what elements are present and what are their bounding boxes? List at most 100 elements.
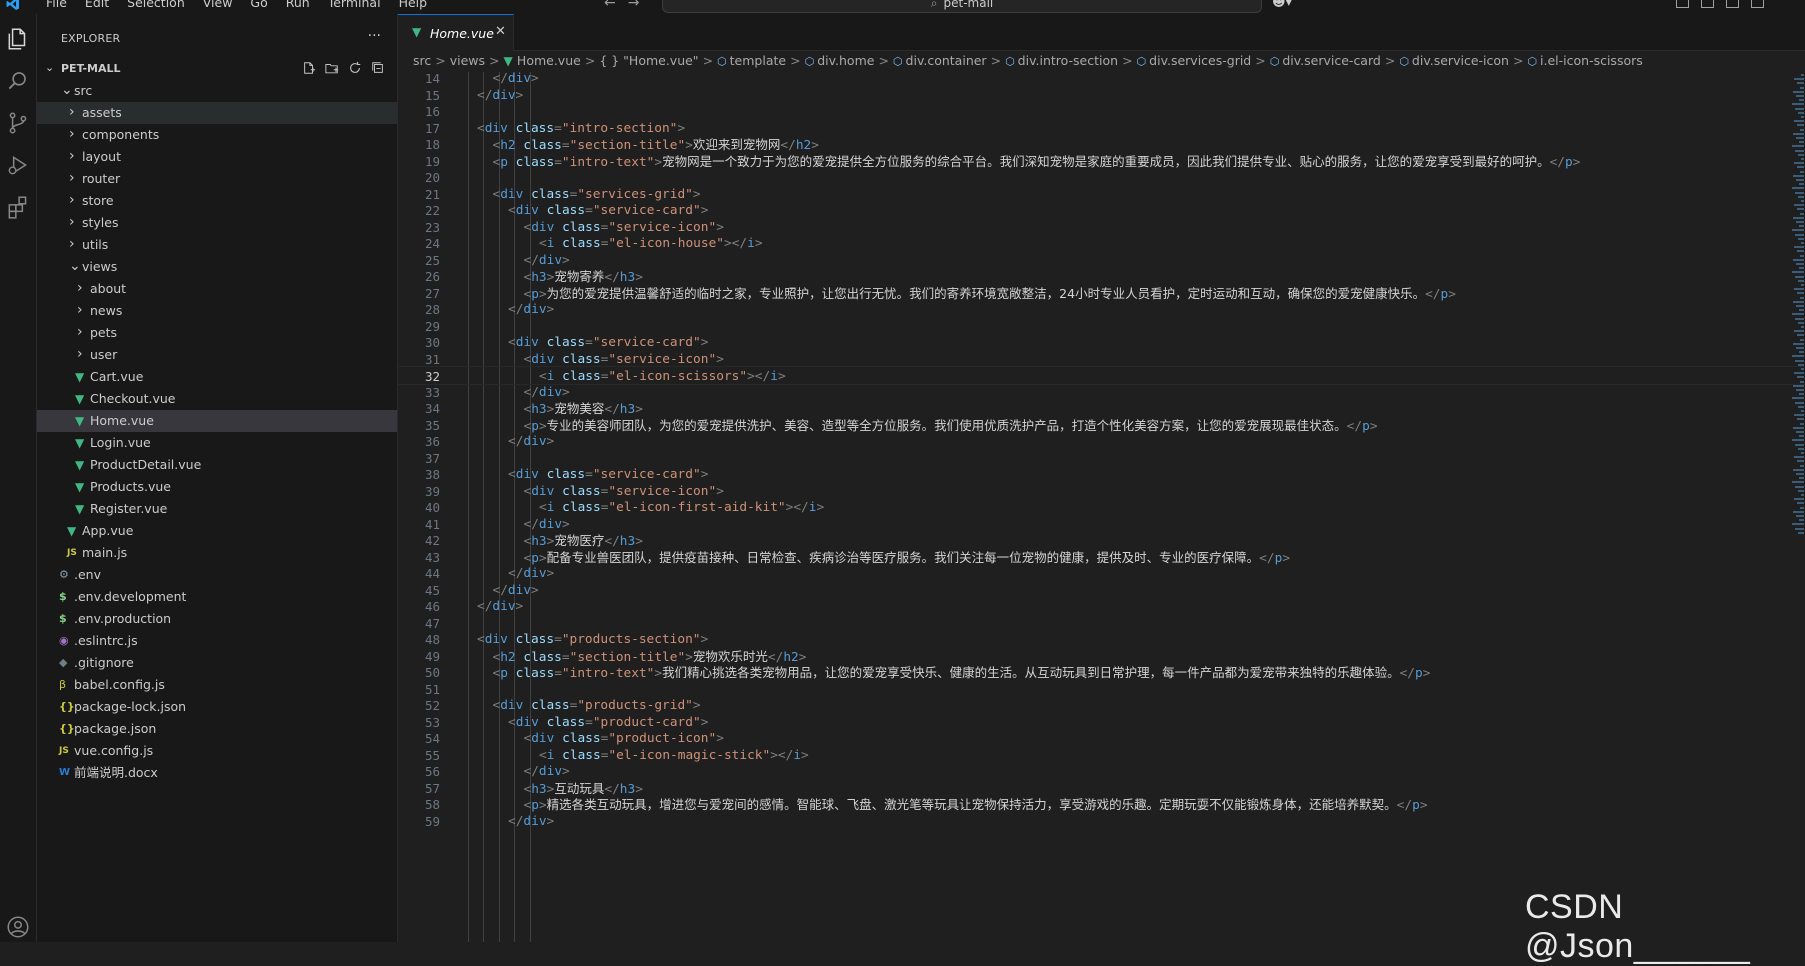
code-token: class [546, 467, 586, 482]
tree-item-store[interactable]: › store [37, 190, 397, 212]
tree-item-productdetail-vue[interactable]: ▼ ProductDetail.vue [37, 454, 397, 476]
code-token: div [531, 483, 555, 499]
tree-item-assets[interactable]: › assets [37, 102, 397, 124]
code-token: div [531, 219, 555, 235]
layout-toggle-icon[interactable] [1676, 0, 1689, 8]
tree-item-checkout-vue[interactable]: ▼ Checkout.vue [37, 388, 397, 410]
tree-item-vue-config-js[interactable]: JS vue.config.js [37, 740, 397, 762]
minimap-line [1798, 489, 1804, 492]
breadcrumb-item[interactable]: ▼ Home.vue [504, 53, 581, 68]
account-icon[interactable] [5, 914, 31, 940]
tree-item-news[interactable]: › news [37, 300, 397, 322]
tree-item-user[interactable]: › user [37, 344, 397, 366]
more-actions-icon[interactable]: ··· [368, 28, 381, 44]
forward-arrow-icon[interactable]: → [628, 0, 640, 11]
minimap-line [1795, 191, 1804, 194]
menu-selection[interactable]: Selection [118, 0, 194, 10]
tree-item-utils[interactable]: › utils [37, 234, 397, 256]
breadcrumb-item[interactable]: views [450, 53, 485, 68]
tree-item-register-vue[interactable]: ▼ Register.vue [37, 498, 397, 520]
minimap-line [1793, 426, 1804, 429]
tree-item-main-js[interactable]: JS main.js [37, 542, 397, 564]
secondary-sidebar-toggle-icon[interactable] [1751, 0, 1764, 8]
breadcrumb-item[interactable]: ⬡ div.services-grid [1137, 53, 1252, 68]
collapse-all-icon[interactable] [371, 61, 385, 75]
menu-help[interactable]: Help [390, 0, 437, 10]
back-arrow-icon[interactable]: ← [604, 0, 616, 11]
breadcrumb-label: div.service-card [1282, 53, 1381, 68]
breadcrumb-item[interactable]: ⬡ div.home [805, 53, 875, 68]
tree-item-babel-config-js[interactable]: β babel.config.js [37, 674, 397, 696]
tree-item-package-json[interactable]: {} package.json [37, 718, 397, 740]
tree-item--env-development[interactable]: $ .env.development [37, 586, 397, 608]
panel-toggle-icon[interactable] [1726, 0, 1739, 8]
tree-item-app-vue[interactable]: ▼ App.vue [37, 520, 397, 542]
breadcrumb-item[interactable]: ⬡ div.container [893, 53, 987, 68]
tree-item--env-production[interactable]: $ .env.production [37, 608, 397, 630]
project-header[interactable]: ⌄ PET-MALL [37, 58, 397, 80]
minimap[interactable] [1791, 74, 1805, 674]
tree-item-pets[interactable]: › pets [37, 322, 397, 344]
tree-item-package-lock-json[interactable]: {} package-lock.json [37, 696, 397, 718]
tree-item--eslintrc-js[interactable]: ◉ .eslintrc.js [37, 630, 397, 652]
breadcrumb-item[interactable]: ⬡ template [717, 53, 786, 68]
tree-item-login-vue[interactable]: ▼ Login.vue [37, 432, 397, 454]
sidebar-toggle-icon[interactable] [1701, 0, 1714, 8]
minimap-line [1797, 376, 1804, 379]
tree-item--env[interactable]: ⚙ .env [37, 564, 397, 586]
breadcrumb-item[interactable]: ⬡ div.service-card [1270, 53, 1381, 68]
tab-home-vue[interactable]: ▼ Home.vue ✕ [398, 14, 514, 51]
command-center-search[interactable]: ⌕ pet-mall [662, 0, 1262, 13]
tree-item--docx[interactable]: W 前端说明.docx [37, 762, 397, 784]
menu-go[interactable]: Go [241, 0, 276, 10]
code-token: div [531, 731, 555, 746]
minimap-line [1792, 271, 1804, 274]
minimap-line [1794, 498, 1804, 501]
run-debug-icon[interactable] [5, 152, 31, 178]
search-icon[interactable] [5, 68, 31, 94]
breadcrumb-item[interactable]: src [413, 53, 431, 68]
explorer-files-icon[interactable] [5, 26, 31, 52]
tree-item-layout[interactable]: › layout [37, 146, 397, 168]
close-tab-icon[interactable]: ✕ [495, 24, 506, 39]
menu-edit[interactable]: Edit [76, 0, 118, 10]
menu-view[interactable]: View [194, 0, 242, 10]
tree-item-about[interactable]: › about [37, 278, 397, 300]
breadcrumb-item[interactable]: ⬡ div.intro-section [1005, 53, 1118, 68]
copilot-icon[interactable]: ☻▾ [1272, 0, 1292, 10]
tree-item--gitignore[interactable]: ◆ .gitignore [37, 652, 397, 674]
new-folder-icon[interactable] [325, 61, 339, 75]
refresh-icon[interactable] [348, 61, 362, 75]
tree-item-cart-vue[interactable]: ▼ Cart.vue [37, 366, 397, 388]
element-cube-icon: ⬡ [1136, 55, 1147, 68]
code-token: </ [508, 434, 524, 449]
new-file-icon[interactable] [302, 61, 316, 75]
code-token: div [523, 813, 547, 829]
menu-terminal[interactable]: Terminal [319, 0, 390, 10]
element-cube-icon: ⬡ [1269, 55, 1280, 68]
breadcrumb-item[interactable]: ⬡ i.el-icon-scissors [1527, 53, 1642, 68]
menu-run[interactable]: Run [277, 0, 319, 10]
tree-item-src[interactable]: ⌄ src [37, 80, 397, 102]
extensions-icon[interactable] [5, 194, 31, 220]
tree-item-router[interactable]: › router [37, 168, 397, 190]
source-control-icon[interactable] [5, 110, 31, 136]
minimap-line [1793, 90, 1804, 93]
code-token: class [562, 351, 601, 367]
tree-item-home-vue[interactable]: ▼ Home.vue [37, 410, 397, 432]
minimap-line [1801, 284, 1804, 286]
minimap-line [1793, 216, 1804, 219]
code-line[interactable]: 59 </div> [398, 812, 1805, 831]
breadcrumb-item[interactable]: { } "Home.vue" [599, 53, 698, 68]
code-editor[interactable]: 14 </div> 15 </div> 16 17 <div class="intro-se… [398, 72, 1805, 942]
tree-item-views[interactable]: ⌄ views [37, 256, 397, 278]
json-file-icon: {} [59, 722, 75, 735]
tree-item-products-vue[interactable]: ▼ Products.vue [37, 476, 397, 498]
breadcrumb-separator-icon: > [489, 53, 500, 68]
minimap-line [1794, 78, 1804, 81]
minimap-line [1797, 334, 1804, 337]
breadcrumb-item[interactable]: ⬡ div.service-icon [1399, 53, 1509, 68]
tree-item-styles[interactable]: › styles [37, 212, 397, 234]
tree-item-components[interactable]: › components [37, 124, 397, 146]
menu-file[interactable]: File [37, 0, 76, 10]
